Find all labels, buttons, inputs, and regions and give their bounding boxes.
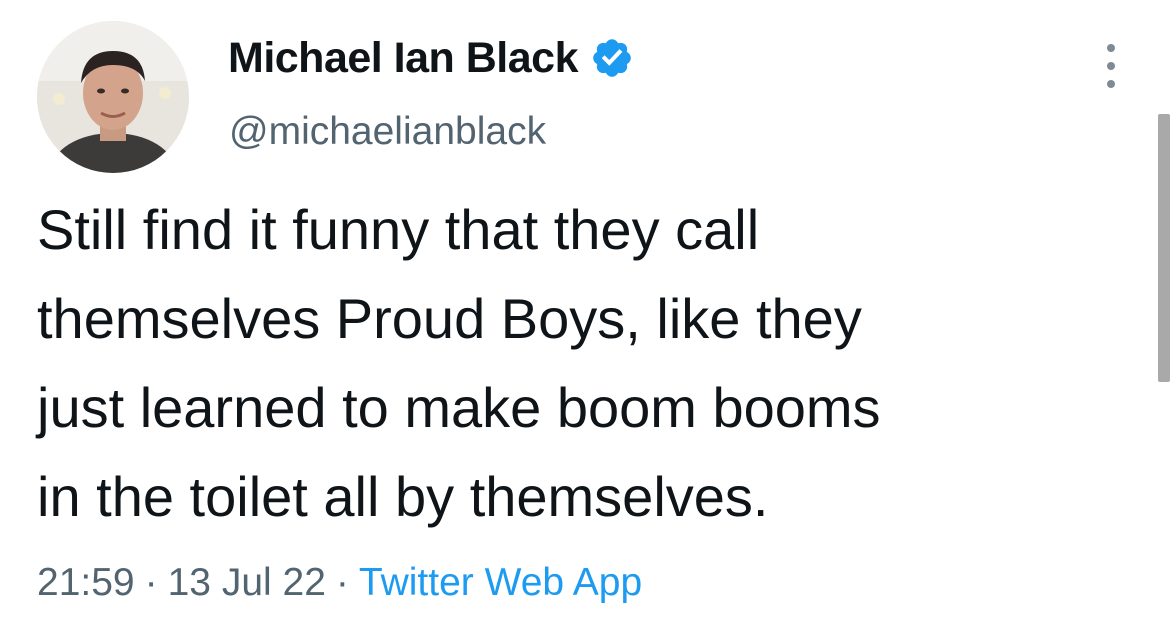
dot: [1107, 62, 1115, 70]
author-handle[interactable]: @michaelianblack: [229, 108, 546, 156]
tweet-text-line: in the toilet all by themselves.: [37, 465, 769, 528]
tweet-card: Michael Ian Black @michaelianblack Still…: [0, 0, 1170, 641]
separator: ·: [144, 561, 158, 604]
tweet-metadata: 21:59 · 13 Jul 22 · Twitter Web App: [37, 557, 642, 609]
author-name-row[interactable]: Michael Ian Black: [228, 30, 634, 86]
dot: [1107, 80, 1115, 88]
separator: ·: [335, 561, 349, 604]
author-name[interactable]: Michael Ian Black: [228, 30, 579, 86]
scrollbar-thumb[interactable]: [1158, 114, 1170, 382]
tweet-time[interactable]: 21:59: [37, 561, 135, 604]
more-options-icon[interactable]: [1101, 44, 1121, 88]
tweet-source-link[interactable]: Twitter Web App: [359, 561, 642, 604]
dot: [1107, 44, 1115, 52]
tweet-text-line: themselves Proud Boys, like they: [37, 287, 862, 350]
avatar-photo: [37, 21, 189, 173]
tweet-text-line: just learned to make boom booms: [37, 376, 881, 439]
verified-badge-icon: [590, 36, 634, 80]
tweet-text-line: Still find it funny that they call: [37, 198, 760, 261]
tweet-text: Still find it funny that they call thems…: [37, 185, 1147, 541]
avatar[interactable]: [37, 21, 189, 173]
tweet-date[interactable]: 13 Jul 22: [168, 561, 326, 604]
